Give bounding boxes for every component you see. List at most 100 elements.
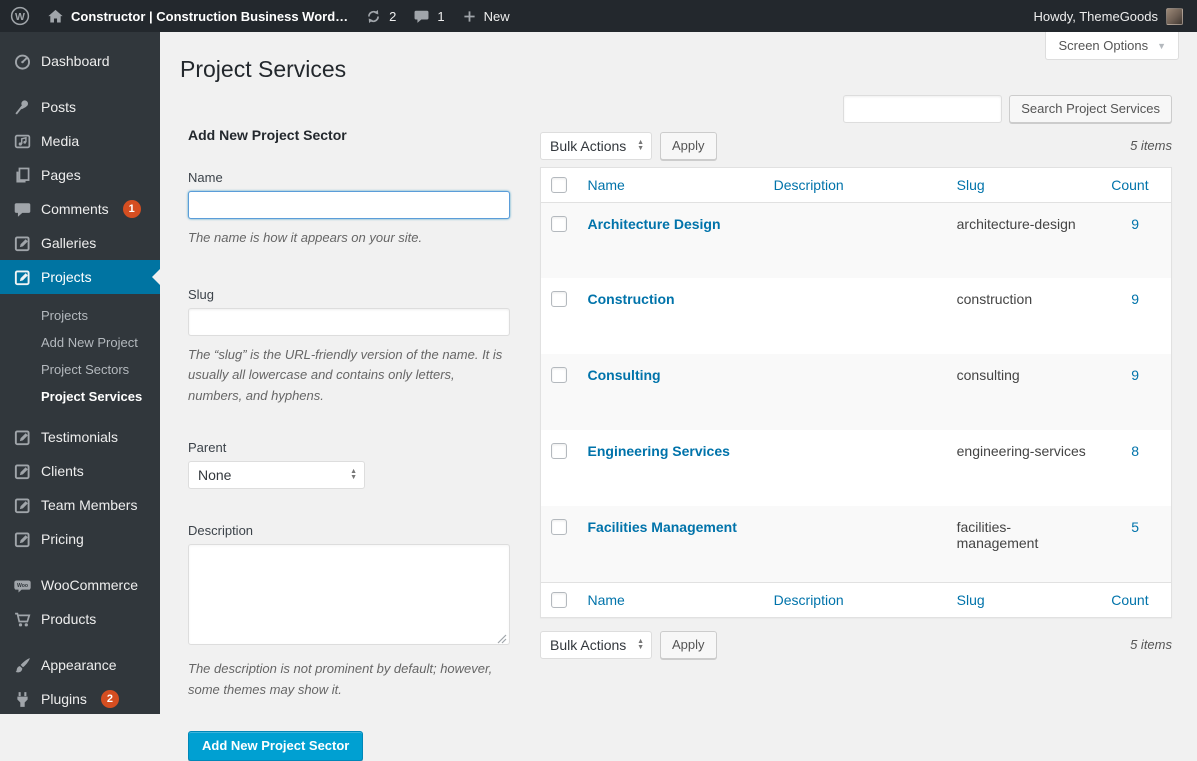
updates-count: 2 [389, 8, 397, 24]
admin-sidebar: Dashboard Posts Media Pages Comments 1 G… [0, 32, 160, 714]
term-description [764, 354, 947, 430]
column-header-name[interactable]: Name [577, 581, 764, 618]
plugin-icon [13, 690, 32, 709]
bottom-bulk-actions-bar: Bulk Actions ▲ ▼ Apply 5 items [540, 630, 1172, 659]
term-count-link[interactable]: 9 [1131, 367, 1161, 383]
term-count-link[interactable]: 9 [1131, 216, 1161, 232]
row-checkbox[interactable] [551, 443, 567, 460]
select-stepper-icon: ▲ ▼ [350, 468, 357, 482]
row-checkbox[interactable] [551, 367, 567, 384]
terms-list-panel: Search Project Services Bulk Actions ▲ ▼ … [540, 87, 1172, 659]
term-count-link[interactable]: 8 [1131, 443, 1161, 459]
bulk-actions-select[interactable]: Bulk Actions ▲ ▼ [540, 630, 652, 659]
sidebar-item-woocommerce[interactable]: Woo WooCommerce [0, 568, 160, 602]
bulk-actions-select[interactable]: Bulk Actions ▲ ▼ [540, 131, 652, 160]
resize-handle[interactable] [497, 634, 507, 644]
bulk-actions-value: Bulk Actions [550, 636, 627, 653]
sidebar-item-label: Media [41, 133, 80, 149]
submenu-item-project-sectors[interactable]: Project Sectors [0, 356, 160, 383]
term-name-link[interactable]: Facilities Management [588, 519, 737, 535]
sidebar-item-label: WooCommerce [41, 577, 138, 593]
slug-field[interactable] [188, 307, 510, 336]
column-header-count[interactable]: Count [1101, 581, 1172, 618]
sidebar-item-appearance[interactable]: Appearance [0, 648, 160, 682]
sidebar-item-dashboard[interactable]: Dashboard [0, 44, 160, 78]
sidebar-item-label: Testimonials [41, 429, 119, 445]
edit-note-icon [13, 530, 32, 549]
sidebar-item-posts[interactable]: Posts [0, 90, 160, 124]
term-name-link[interactable]: Construction [588, 291, 675, 307]
submenu-item-add-new-project[interactable]: Add New Project [0, 329, 160, 356]
column-header-description[interactable]: Description [763, 167, 947, 203]
sidebar-item-pricing[interactable]: Pricing [0, 522, 160, 556]
term-name-link[interactable]: Consulting [588, 367, 661, 383]
row-checkbox[interactable] [551, 519, 567, 536]
term-count-link[interactable]: 9 [1131, 291, 1161, 307]
column-header-slug[interactable]: Slug [946, 581, 1102, 618]
sidebar-item-plugins[interactable]: Plugins 2 [0, 682, 160, 716]
sidebar-item-projects[interactable]: Projects [0, 260, 160, 294]
sidebar-item-clients[interactable]: Clients [0, 454, 160, 488]
comment-bubble-icon [413, 8, 430, 25]
term-name-link[interactable]: Architecture Design [588, 216, 721, 232]
column-header-slug[interactable]: Slug [946, 167, 1102, 203]
sidebar-item-comments[interactable]: Comments 1 [0, 192, 160, 226]
admin-bar: W Constructor | Construction Business Wo… [0, 0, 1197, 32]
screen-options-label: Screen Options [1058, 38, 1149, 53]
submenu-item-project-services[interactable]: Project Services [0, 383, 160, 410]
table-row: Engineering Services engineering-service… [541, 430, 1172, 506]
description-field[interactable] [188, 544, 510, 646]
form-heading: Add New Project Sector [188, 126, 347, 143]
cart-icon [13, 610, 32, 629]
sidebar-item-label: Pricing [41, 531, 84, 547]
howdy-text: Howdy, ThemeGoods [1033, 8, 1158, 24]
search-button[interactable]: Search Project Services [1009, 94, 1172, 123]
name-field[interactable] [188, 190, 510, 219]
dashboard-icon [13, 52, 32, 71]
submenu-item-projects[interactable]: Projects [0, 302, 160, 329]
sidebar-item-pages[interactable]: Pages [0, 158, 160, 192]
sidebar-item-team-members[interactable]: Team Members [0, 488, 160, 522]
sidebar-item-galleries[interactable]: Galleries [0, 226, 160, 260]
description-label: Description [188, 523, 254, 539]
term-count-link[interactable]: 5 [1131, 519, 1161, 535]
edit-note-icon [13, 428, 32, 447]
description-help-text: The description is not prominent by defa… [188, 661, 493, 697]
wordpress-logo-icon: W [10, 6, 30, 26]
account-menu[interactable]: Howdy, ThemeGoods [1033, 7, 1183, 25]
add-new-project-sector-button[interactable]: Add New Project Sector [188, 730, 364, 761]
search-input[interactable] [843, 94, 1003, 123]
column-header-name[interactable]: Name [577, 167, 764, 203]
column-header-description[interactable]: Description [763, 581, 947, 618]
term-slug: engineering-services [956, 443, 1086, 460]
term-description [764, 202, 947, 278]
comments-indicator[interactable]: 1 [413, 8, 445, 25]
row-checkbox[interactable] [551, 215, 567, 232]
edit-note-icon [13, 268, 32, 287]
parent-label: Parent [188, 440, 227, 456]
table-row: Consulting consulting 9 [540, 354, 1172, 431]
term-name-link[interactable]: Engineering Services [588, 443, 730, 459]
slug-help-text: The “slug” is the URL-friendly version o… [188, 346, 503, 404]
sidebar-item-media[interactable]: Media [0, 124, 160, 158]
updates-indicator[interactable]: 2 [365, 8, 396, 25]
parent-select[interactable]: None ▲ ▼ [188, 461, 365, 490]
term-slug: consulting [956, 367, 1020, 384]
sidebar-item-products[interactable]: Products [0, 602, 160, 636]
plugins-badge: 2 [100, 690, 119, 708]
select-all-checkbox[interactable] [551, 591, 567, 608]
column-header-count[interactable]: Count [1101, 167, 1172, 203]
sidebar-item-label: Appearance [41, 657, 117, 673]
site-link[interactable]: Constructor | Construction Business Word… [47, 8, 348, 25]
screen-options-button[interactable]: Screen Options ▼ [1045, 32, 1179, 60]
sidebar-item-testimonials[interactable]: Testimonials [0, 420, 160, 454]
select-all-checkbox[interactable] [551, 176, 567, 193]
svg-text:Woo: Woo [17, 583, 28, 589]
row-checkbox[interactable] [551, 291, 567, 308]
apply-button[interactable]: Apply [660, 630, 717, 659]
new-content-button[interactable]: New [462, 9, 510, 24]
wordpress-menu[interactable]: W [10, 6, 30, 26]
apply-button[interactable]: Apply [660, 131, 717, 160]
sidebar-item-label: Dashboard [41, 53, 110, 69]
pages-icon [13, 166, 32, 185]
